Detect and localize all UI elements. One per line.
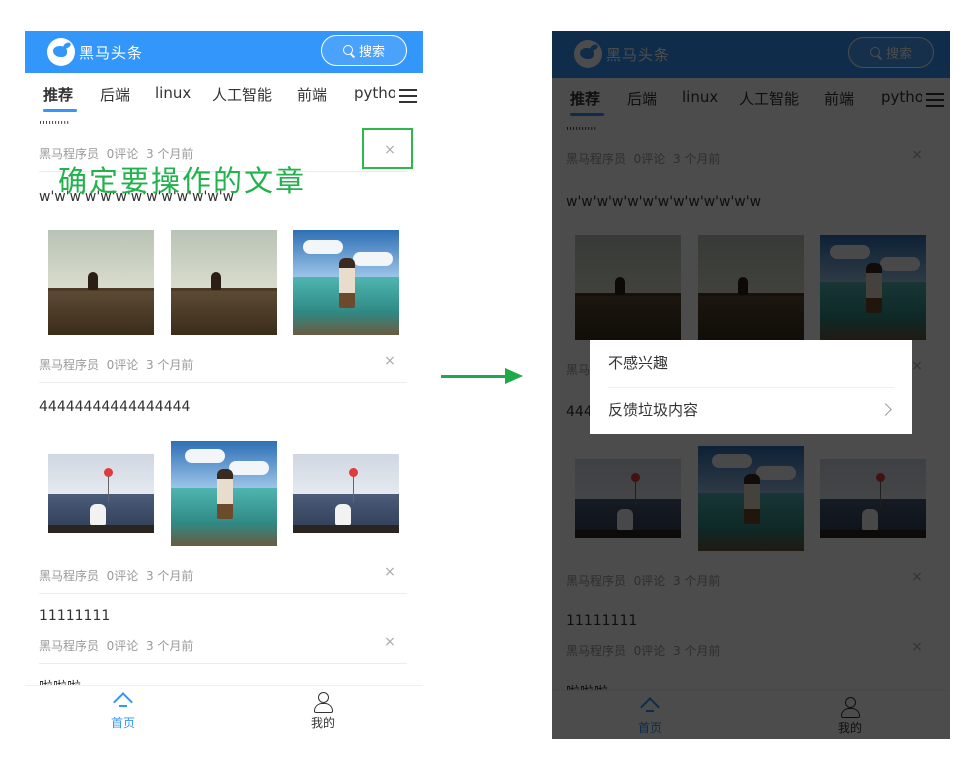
chevron-right-icon xyxy=(879,403,892,416)
tab-ai[interactable]: 人工智能 xyxy=(212,84,272,105)
action-popup: 不感兴趣 反馈垃圾内容 xyxy=(590,340,912,434)
divider xyxy=(39,593,407,594)
article-image[interactable] xyxy=(171,230,277,335)
home-icon xyxy=(113,692,133,712)
navbar: 黑马头条 搜索 xyxy=(25,31,423,73)
tab-mine[interactable]: 我的 xyxy=(293,692,353,731)
close-icon[interactable]: × xyxy=(383,354,397,368)
arrow-right-icon xyxy=(505,368,523,384)
divider xyxy=(39,663,407,664)
tab-frontend[interactable]: 前端 xyxy=(297,84,327,105)
user-icon xyxy=(313,692,333,713)
search-button[interactable]: 搜索 xyxy=(321,35,407,66)
article-image[interactable] xyxy=(293,454,399,533)
phone-screen-right: 黑马头条 搜索 推荐 后端 linux 人工智能 前端 python '''''… xyxy=(552,31,950,739)
tab-backend[interactable]: 后端 xyxy=(100,84,130,105)
article-image[interactable] xyxy=(48,454,154,533)
article-meta: 黑马程序员 0评论 3 个月前 xyxy=(39,358,194,372)
close-icon[interactable]: × xyxy=(383,635,397,649)
arrow-line xyxy=(441,375,509,378)
menu-icon[interactable] xyxy=(399,89,417,103)
tab-linux[interactable]: linux xyxy=(155,84,191,102)
article-meta: 黑马程序员 0评论 3 个月前 xyxy=(39,639,194,653)
active-tab-indicator xyxy=(43,109,77,112)
tab-home[interactable]: 首页 xyxy=(93,692,153,731)
logo-icon xyxy=(47,38,75,66)
tab-python[interactable]: python xyxy=(354,84,395,102)
article-image[interactable] xyxy=(293,230,399,335)
tab-recommend[interactable]: 推荐 xyxy=(43,84,73,105)
article-title[interactable]: 11111111 xyxy=(39,608,110,624)
search-icon xyxy=(342,44,355,57)
popup-item-not-interested[interactable]: 不感兴趣 xyxy=(590,340,912,387)
article-title[interactable]: 44444444444444444 xyxy=(39,399,190,415)
article-title[interactable]: '''''''''' xyxy=(39,119,69,132)
channel-tabs: 推荐 后端 linux 人工智能 前端 python xyxy=(25,75,423,117)
article-image[interactable] xyxy=(171,441,277,546)
article-meta: 黑马程序员 0评论 3 个月前 xyxy=(39,569,194,583)
logo-text: 黑马头条 xyxy=(79,43,144,62)
bottom-tab-bar: 首页 我的 xyxy=(25,685,423,739)
popup-item-report-spam[interactable]: 反馈垃圾内容 xyxy=(590,387,912,434)
app-logo: 黑马头条 xyxy=(47,38,143,66)
highlight-box xyxy=(362,128,413,169)
annotation-text: 确定要操作的文章 xyxy=(58,164,307,198)
close-icon[interactable]: × xyxy=(383,565,397,579)
search-label: 搜索 xyxy=(358,45,385,60)
article-image[interactable] xyxy=(48,230,154,335)
divider xyxy=(39,382,407,383)
